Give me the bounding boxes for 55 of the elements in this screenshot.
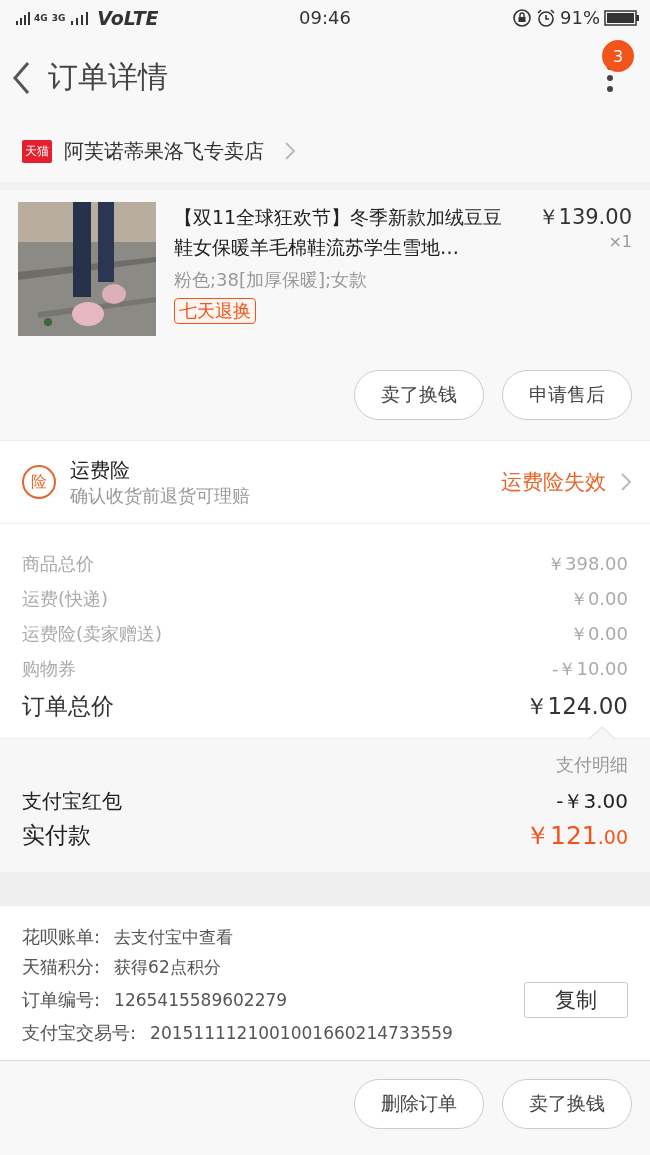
- price-value: -￥10.00: [551, 656, 628, 681]
- action-button[interactable]: 删除订单: [354, 1079, 484, 1129]
- back-button[interactable]: [12, 60, 30, 95]
- alarm-icon: [536, 7, 556, 28]
- product-price: ￥139.00: [537, 204, 632, 231]
- product-quantity: ×1: [608, 232, 632, 251]
- chevron-icon: [620, 472, 632, 492]
- action-button[interactable]: 卖了换钱: [354, 370, 484, 420]
- insurance-title: 运费险: [70, 456, 131, 484]
- insurance-status: 运费险失效: [501, 469, 606, 496]
- payment-detail-label: 支付明细: [556, 753, 628, 777]
- volte-label: VoLTE: [97, 6, 159, 29]
- product-title[interactable]: 【双11全球狂欢节】冬季新款加绒豆豆鞋女保暖羊毛棉鞋流苏学生雪地…: [174, 202, 518, 262]
- info-value: 1265415589602279: [114, 990, 289, 1010]
- info-value: 去支付宝中查看: [114, 925, 235, 949]
- price-value: ￥398.00: [547, 551, 628, 576]
- insurance-icon: 险: [22, 465, 56, 499]
- product-variant: 粉色;38[加厚保暖];女款: [174, 268, 369, 292]
- price-label: 购物券: [22, 656, 76, 681]
- payment-value: -￥3.00: [556, 787, 628, 815]
- info-label: 支付宝交易号:: [22, 1021, 137, 1045]
- return-tag: 七天退换: [174, 298, 256, 324]
- signal-icon: [69, 10, 90, 25]
- notification-badge: 3: [602, 40, 634, 72]
- info-label: 订单编号:: [22, 988, 101, 1012]
- rotation-lock-icon: [512, 7, 532, 28]
- paid-label: 实付款: [22, 821, 91, 850]
- store-name: 阿芙诺蒂果洛飞专卖店: [64, 137, 264, 165]
- battery-percent: 91%: [560, 7, 600, 28]
- action-button[interactable]: 卖了换钱: [502, 1079, 632, 1129]
- price-label: 商品总价: [22, 551, 94, 576]
- price-value: ￥0.00: [569, 586, 628, 611]
- info-value: 2015111121001001660214733559: [150, 1023, 454, 1043]
- insurance-subtitle: 确认收货前退货可理赔: [70, 483, 251, 508]
- chevron-icon: [284, 141, 296, 161]
- price-label: 运费(快递): [22, 586, 109, 611]
- payment-label: 支付宝红包: [22, 787, 122, 815]
- store-row[interactable]: 天猫 阿芙诺蒂果洛飞专卖店: [0, 120, 650, 190]
- price-value: ￥124.00: [524, 691, 628, 721]
- page-title: 订单详情: [48, 58, 169, 96]
- info-value: 获得62点积分: [114, 955, 222, 979]
- info-label: 天猫积分:: [22, 955, 101, 979]
- action-button[interactable]: 申请售后: [502, 370, 632, 420]
- price-label: 订单总价: [22, 691, 114, 721]
- price-value: ￥0.00: [569, 621, 628, 646]
- insurance-row[interactable]: 险 运费险 确认收货前退货可理赔 运费险失效: [0, 440, 650, 524]
- network-label: 3G: [51, 12, 66, 23]
- price-label: 运费险(卖家赠送): [22, 621, 163, 646]
- battery-icon: [604, 9, 640, 26]
- copy-button[interactable]: 复制: [524, 982, 628, 1018]
- store-logo: 天猫: [22, 139, 52, 163]
- network-label: 4G: [34, 12, 48, 23]
- clock: 09:46: [299, 7, 351, 28]
- info-label: 花呗账单:: [22, 925, 101, 949]
- paid-amount: ￥121.00: [525, 820, 628, 852]
